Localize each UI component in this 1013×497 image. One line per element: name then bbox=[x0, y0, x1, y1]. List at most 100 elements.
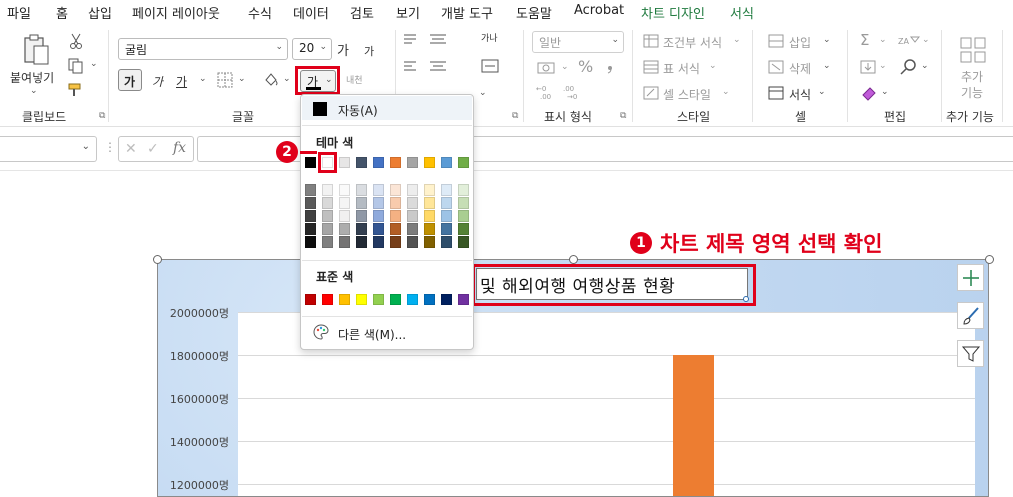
conditional-chevron-icon[interactable]: ⌄ bbox=[733, 35, 741, 45]
theme-shade-swatch[interactable] bbox=[441, 197, 452, 209]
theme-shade-swatch[interactable] bbox=[390, 197, 401, 209]
tab-acrobat[interactable]: Acrobat bbox=[574, 3, 624, 18]
clear-chevron-icon[interactable]: ⌄ bbox=[881, 87, 889, 97]
theme-color-swatch[interactable] bbox=[373, 157, 384, 168]
underline-button[interactable]: 가 bbox=[176, 73, 187, 90]
chart-title[interactable]: 및 해외여행 여행상품 현황 bbox=[480, 272, 675, 297]
tab-help[interactable]: 도움말 bbox=[516, 3, 552, 22]
tab-data[interactable]: 데이터 bbox=[293, 3, 329, 22]
font-size-dropdown[interactable]: 20 ⌄ bbox=[292, 38, 332, 60]
theme-shade-swatch[interactable] bbox=[339, 223, 350, 235]
theme-color-swatch[interactable] bbox=[407, 157, 418, 168]
conditional-format-button[interactable]: 조건부 서식 bbox=[663, 34, 722, 51]
resize-handle-top-right[interactable] bbox=[985, 255, 994, 264]
theme-shade-swatch[interactable] bbox=[322, 223, 333, 235]
standard-color-swatch[interactable] bbox=[407, 294, 418, 305]
chart-filters-button[interactable] bbox=[957, 340, 984, 367]
accounting-chevron-icon[interactable]: ⌄ bbox=[561, 62, 569, 72]
bold-button[interactable]: 가 bbox=[118, 69, 142, 91]
format-chevron-icon[interactable]: ⌄ bbox=[818, 87, 826, 97]
find-chevron-icon[interactable]: ⌄ bbox=[921, 61, 929, 71]
grow-font-button[interactable]: 가 bbox=[337, 40, 349, 59]
add-ins-label-1[interactable]: 추가 bbox=[961, 68, 983, 85]
theme-shade-swatch[interactable] bbox=[305, 184, 316, 196]
phonetic-button[interactable]: 내천 bbox=[346, 73, 363, 86]
theme-shade-swatch[interactable] bbox=[407, 184, 418, 196]
theme-shade-swatch[interactable] bbox=[441, 184, 452, 196]
resize-handle-top-left[interactable] bbox=[153, 255, 162, 264]
shrink-font-button[interactable]: 가 bbox=[364, 43, 374, 59]
tab-home[interactable]: 홈 bbox=[55, 3, 69, 27]
tab-insert[interactable]: 삽입 bbox=[88, 3, 112, 22]
tab-view[interactable]: 보기 bbox=[396, 3, 420, 22]
tab-chart-design[interactable]: 차트 디자인 bbox=[641, 3, 705, 22]
find-icon[interactable] bbox=[900, 58, 918, 76]
insert-chevron-icon[interactable]: ⌄ bbox=[823, 35, 831, 45]
theme-shade-swatch[interactable] bbox=[322, 210, 333, 222]
increase-decimal-icon[interactable]: ←0.00 bbox=[536, 84, 558, 100]
theme-shade-swatch[interactable] bbox=[305, 197, 316, 209]
standard-color-swatch[interactable] bbox=[356, 294, 367, 305]
percent-button[interactable]: % bbox=[578, 57, 593, 76]
tab-page-layout[interactable]: 페이지 레이아웃 bbox=[132, 3, 220, 22]
theme-shade-swatch[interactable] bbox=[373, 223, 384, 235]
theme-shade-swatch[interactable] bbox=[373, 236, 384, 248]
tab-formulas[interactable]: 수식 bbox=[248, 3, 272, 22]
theme-shade-swatch[interactable] bbox=[424, 184, 435, 196]
standard-color-swatch[interactable] bbox=[441, 294, 452, 305]
copy-icon[interactable] bbox=[66, 58, 86, 74]
align-top-icons[interactable] bbox=[402, 32, 452, 48]
sort-chevron-icon[interactable]: ⌄ bbox=[922, 35, 930, 45]
theme-shade-swatch[interactable] bbox=[390, 210, 401, 222]
add-ins-icon[interactable] bbox=[958, 35, 988, 65]
fill-color-icon[interactable] bbox=[262, 71, 280, 89]
tab-review[interactable]: 검토 bbox=[350, 3, 374, 22]
format-painter-icon[interactable] bbox=[67, 82, 83, 98]
theme-shade-swatch[interactable] bbox=[339, 236, 350, 248]
standard-color-swatch[interactable] bbox=[424, 294, 435, 305]
theme-color-swatch[interactable] bbox=[458, 157, 469, 168]
clipboard-launcher-icon[interactable]: ⧉ bbox=[99, 111, 105, 121]
cell-style-chevron-icon[interactable]: ⌄ bbox=[722, 87, 730, 97]
theme-shade-swatch[interactable] bbox=[339, 197, 350, 209]
merge-center-icon[interactable] bbox=[480, 58, 500, 74]
theme-shade-swatch[interactable] bbox=[458, 184, 469, 196]
cell-style-button[interactable]: 셀 스타일 bbox=[663, 86, 711, 103]
cell-style-icon[interactable] bbox=[643, 86, 659, 100]
theme-shade-swatch[interactable] bbox=[390, 236, 401, 248]
theme-shade-swatch[interactable] bbox=[458, 197, 469, 209]
cancel-icon[interactable]: ✕ bbox=[125, 141, 137, 157]
tab-file[interactable]: 파일 bbox=[7, 3, 31, 22]
insert-cells-button[interactable]: 삽입 bbox=[789, 34, 811, 51]
italic-button[interactable]: 가 bbox=[152, 73, 163, 90]
theme-color-swatch[interactable] bbox=[424, 157, 435, 168]
standard-color-swatch[interactable] bbox=[458, 294, 469, 305]
format-cells-button[interactable]: 서식 bbox=[789, 86, 811, 103]
border-icon[interactable] bbox=[216, 72, 234, 88]
theme-shade-swatch[interactable] bbox=[458, 236, 469, 248]
enter-icon[interactable]: ✓ bbox=[147, 141, 159, 157]
fill-color-chevron-icon[interactable]: ⌄ bbox=[283, 74, 291, 84]
table-format-icon[interactable] bbox=[643, 60, 659, 74]
conditional-format-icon[interactable] bbox=[643, 34, 659, 48]
theme-shade-swatch[interactable] bbox=[322, 197, 333, 209]
theme-shade-swatch[interactable] bbox=[305, 210, 316, 222]
theme-shade-swatch[interactable] bbox=[407, 210, 418, 222]
theme-shade-swatch[interactable] bbox=[322, 184, 333, 196]
title-handle-bottom-right[interactable] bbox=[743, 296, 749, 302]
theme-shade-swatch[interactable] bbox=[322, 236, 333, 248]
theme-shade-swatch[interactable] bbox=[373, 197, 384, 209]
autosum-button[interactable]: Σ bbox=[860, 31, 869, 49]
delete-cells-icon[interactable] bbox=[768, 60, 784, 74]
theme-shade-swatch[interactable] bbox=[458, 210, 469, 222]
tab-developer[interactable]: 개발 도구 bbox=[441, 3, 493, 22]
table-format-chevron-icon[interactable]: ⌄ bbox=[709, 61, 717, 71]
theme-shade-swatch[interactable] bbox=[390, 184, 401, 196]
standard-color-swatch[interactable] bbox=[373, 294, 384, 305]
chart-elements-button[interactable] bbox=[957, 264, 984, 291]
theme-shade-swatch[interactable] bbox=[441, 236, 452, 248]
delete-chevron-icon[interactable]: ⌄ bbox=[823, 61, 831, 71]
insert-cells-icon[interactable] bbox=[768, 34, 784, 48]
autosum-chevron-icon[interactable]: ⌄ bbox=[879, 35, 887, 45]
insert-function-button[interactable]: fx bbox=[173, 140, 186, 156]
